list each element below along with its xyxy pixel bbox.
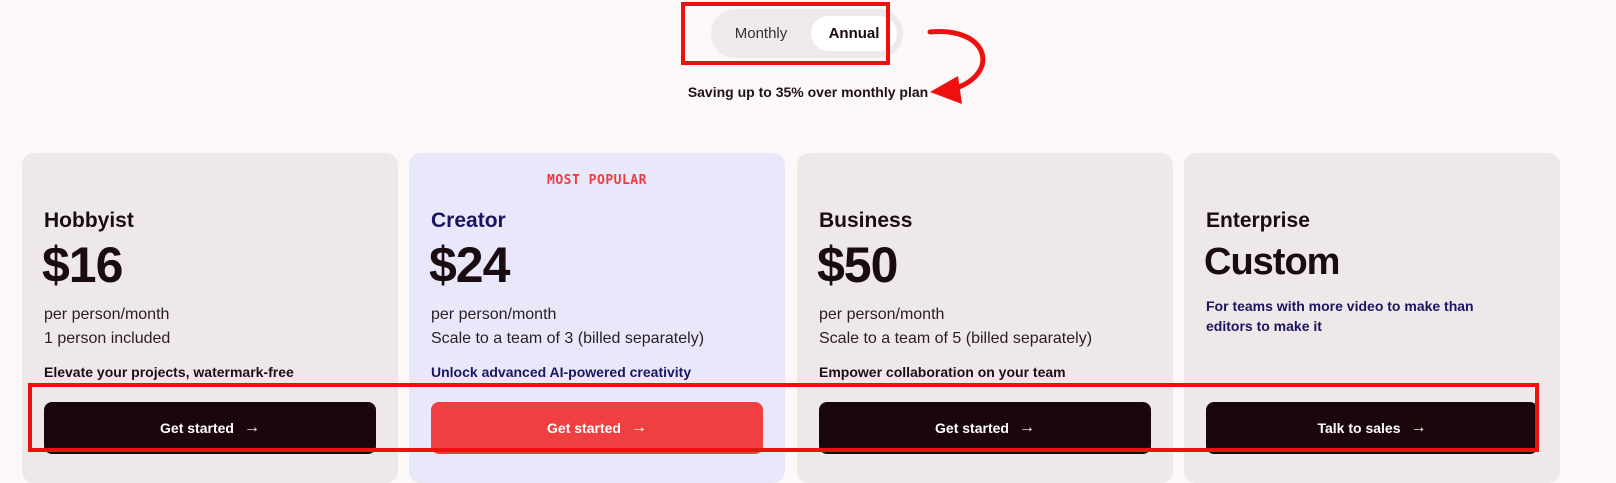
get-started-button-creator[interactable]: Get started → [431, 402, 763, 454]
most-popular-badge: MOST POPULAR [547, 173, 647, 188]
plan-description: For teams with more video to make than e… [1206, 298, 1474, 334]
plan-card-creator: MOST POPULAR Creator $24 per person/mont… [409, 153, 785, 483]
get-started-button-business[interactable]: Get started → [819, 402, 1151, 454]
plan-price: Custom [1204, 241, 1340, 283]
saving-note: Saving up to 35% over monthly plan [687, 84, 929, 100]
plan-period: per person/month [44, 306, 170, 323]
billing-toggle[interactable]: Monthly Annual [711, 9, 903, 58]
plan-description: Elevate your projects, watermark-free [44, 364, 294, 380]
talk-to-sales-button[interactable]: Talk to sales → [1206, 402, 1538, 454]
get-started-button-hobbyist[interactable]: Get started → [44, 402, 376, 454]
cta-label: Get started [547, 420, 621, 436]
cta-label: Get started [935, 420, 1009, 436]
toggle-option-monthly[interactable]: Monthly [719, 16, 803, 51]
plan-card-business: Business $50 per person/month Scale to a… [797, 153, 1173, 483]
plan-description: Unlock advanced AI-powered creativity [431, 364, 692, 380]
plan-team-size: Scale to a team of 5 (billed separately) [819, 330, 1093, 347]
plan-name: Enterprise [1206, 209, 1310, 232]
cta-label: Talk to sales [1317, 420, 1401, 436]
toggle-option-annual[interactable]: Annual [811, 16, 897, 51]
plan-price: $16 [42, 237, 123, 293]
arrow-right-icon: → [1410, 419, 1427, 436]
plan-price: $24 [429, 237, 510, 293]
plan-name: Business [819, 209, 913, 232]
arrow-right-icon: → [630, 419, 647, 436]
plan-description: Empower collaboration on your team [819, 364, 1066, 380]
plan-team-size: Scale to a team of 3 (billed separately) [431, 330, 705, 347]
plan-price: $50 [817, 237, 898, 293]
plan-team-size: 1 person included [44, 330, 171, 347]
plan-period: per person/month [819, 306, 945, 323]
plan-name: Creator [431, 209, 506, 232]
cta-label: Get started [160, 420, 234, 436]
arrow-right-icon: → [1018, 419, 1035, 436]
plan-name: Hobbyist [44, 209, 134, 232]
plan-card-hobbyist: Hobbyist $16 per person/month 1 person i… [22, 153, 398, 483]
plan-period: per person/month [431, 306, 557, 323]
plan-card-enterprise: Enterprise Custom For teams with more vi… [1184, 153, 1560, 483]
arrow-right-icon: → [243, 419, 260, 436]
